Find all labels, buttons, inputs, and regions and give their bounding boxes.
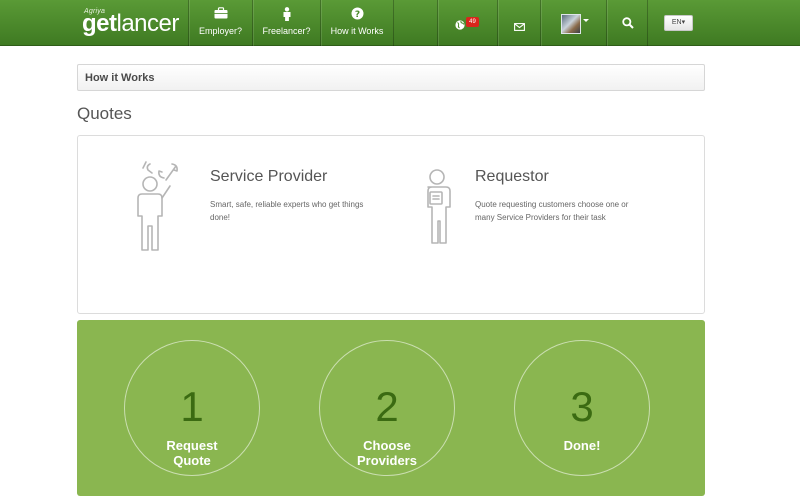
breadcrumb: How it Works (77, 64, 705, 91)
step-number: 2 (375, 383, 399, 430)
top-navbar: Agriya getlancer Employer? Freelancer? ?… (0, 0, 800, 46)
step-number: 3 (570, 383, 594, 430)
roles-panel: Service Provider Smart, safe, reliable e… (77, 135, 705, 314)
requestor-description: Quote requesting customers choose one or… (475, 200, 629, 222)
step-3: 3 Done! (514, 340, 650, 476)
search-icon (622, 16, 634, 34)
language-selector[interactable]: EN▾ (664, 15, 693, 31)
step-2: 2 Choose Providers (319, 340, 455, 476)
nav-how-it-works[interactable]: ? How it Works (320, 0, 394, 46)
svg-text:?: ? (354, 10, 359, 20)
nav-messages[interactable] (497, 0, 540, 46)
page-title: Quotes (77, 104, 132, 123)
service-provider-icon (128, 160, 182, 257)
chevron-down-icon (583, 19, 589, 22)
service-provider-title: Service Provider (210, 168, 328, 185)
nav-employer[interactable]: Employer? (188, 0, 252, 46)
breadcrumb-current: How it Works (85, 72, 155, 84)
nav-freelancer[interactable]: Freelancer? (252, 0, 320, 46)
envelope-icon (514, 18, 525, 36)
globe-icon (455, 17, 465, 35)
step-1: 1 Request Quote (124, 340, 260, 476)
logo-wordmark: getlancer (82, 10, 179, 37)
nav-freelancer-label: Freelancer? (262, 26, 311, 36)
person-icon (253, 7, 320, 21)
nav-search[interactable] (606, 0, 648, 46)
notification-count-badge: 49 (466, 17, 479, 27)
user-avatar[interactable] (561, 14, 581, 34)
nav-employer-label: Employer? (198, 26, 243, 36)
step-label: Choose Providers (357, 438, 417, 468)
step-label: Done! (563, 438, 601, 453)
getlancer-logo[interactable]: Agriya getlancer (80, 8, 180, 38)
service-provider-description: Smart, safe, reliable experts who get th… (210, 200, 364, 222)
nav-how-it-works-label: How it Works (330, 26, 384, 36)
question-circle-icon: ? (321, 7, 393, 20)
briefcase-icon (189, 7, 252, 20)
requestor-icon (420, 168, 454, 251)
steps-panel: 1 Request Quote 2 Choose Providers 3 Don… (77, 320, 705, 496)
step-label: Request Quote (166, 438, 218, 468)
step-number: 1 (180, 383, 204, 430)
requestor-title: Requestor (475, 168, 549, 185)
